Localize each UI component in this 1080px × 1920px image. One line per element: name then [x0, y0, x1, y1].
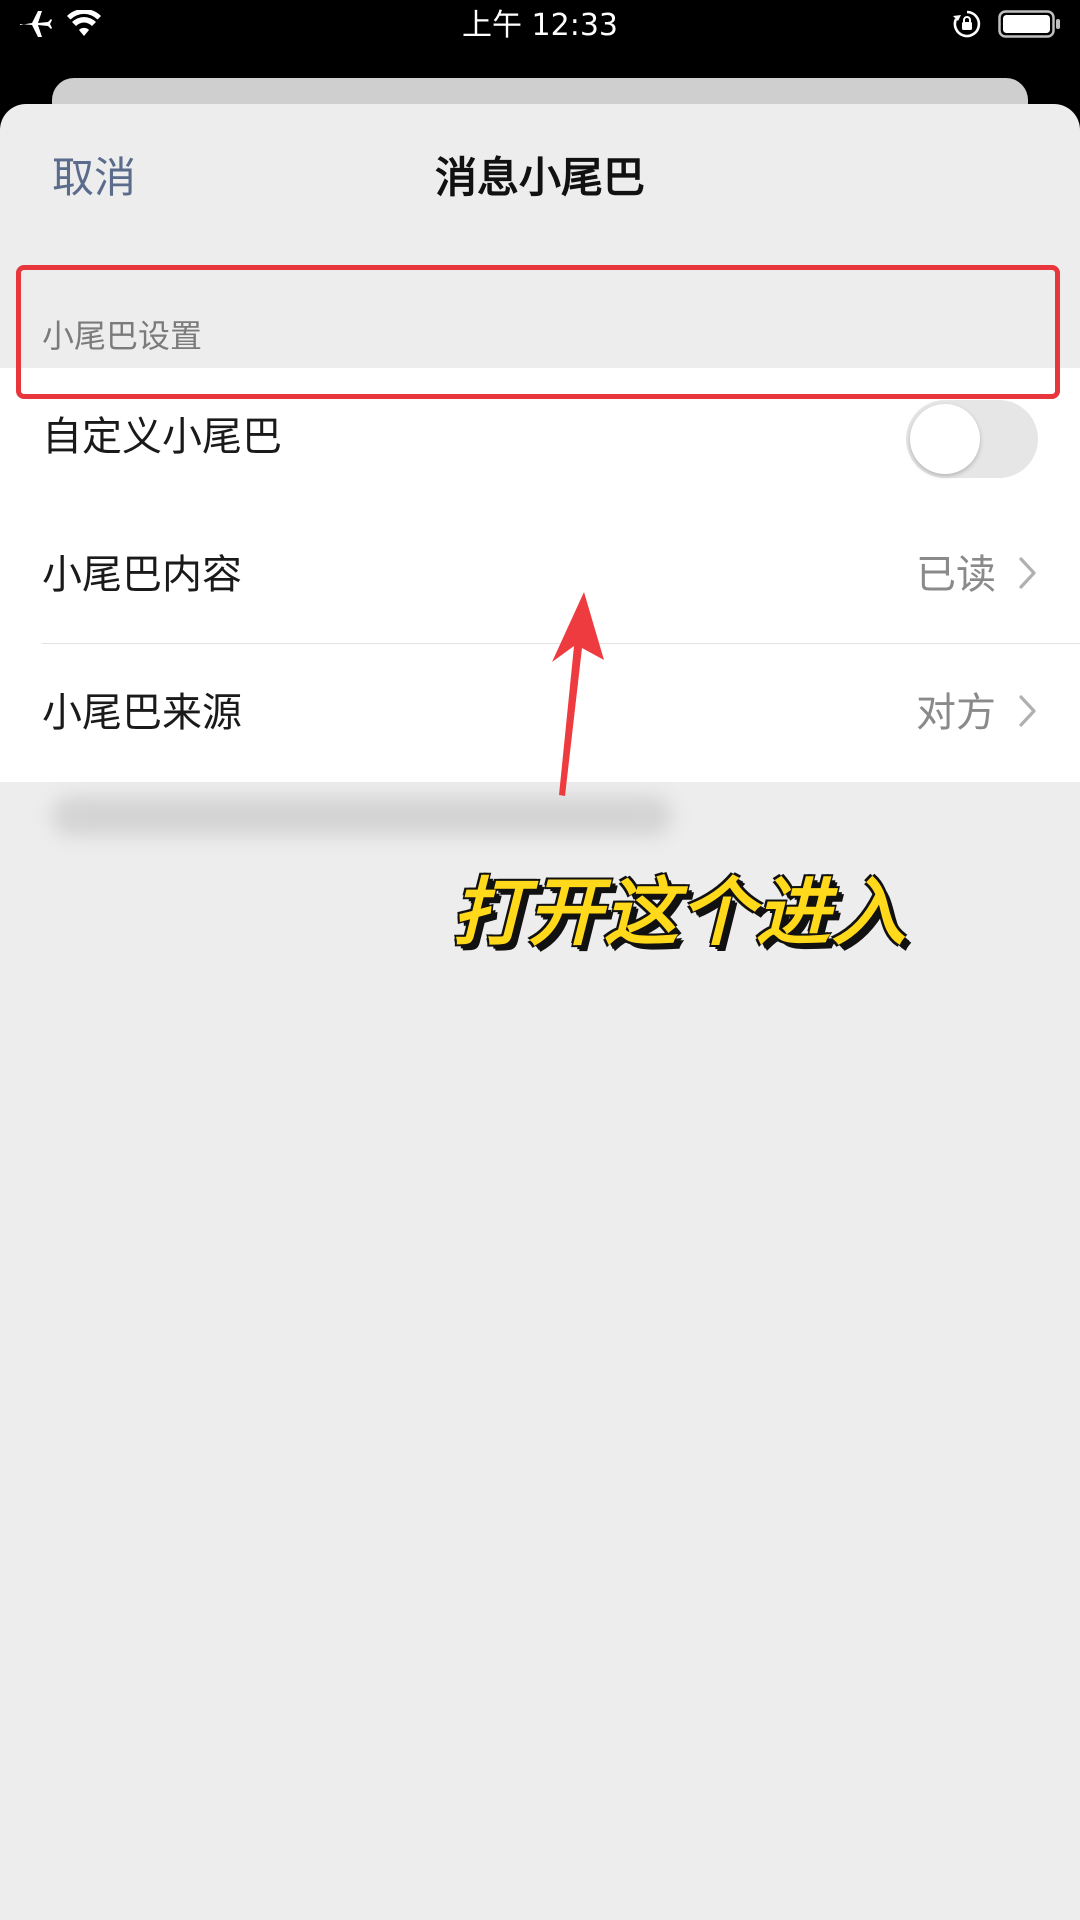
row-value-group: 已读	[916, 549, 1038, 601]
custom-tail-toggle[interactable]	[906, 400, 1038, 478]
navigation-bar: 取消 消息小尾巴	[0, 104, 1080, 248]
toggle-knob	[910, 404, 980, 474]
row-custom-tail[interactable]: 自定义小尾巴	[0, 368, 1080, 506]
status-time: 上午 12:33	[462, 8, 618, 43]
battery-icon	[998, 9, 1062, 43]
page-title: 消息小尾巴	[434, 153, 645, 202]
chevron-right-icon	[1018, 556, 1038, 594]
row-label: 小尾巴内容	[42, 552, 242, 598]
rotation-lock-icon	[952, 9, 982, 43]
modal-sheet: 取消 消息小尾巴 小尾巴设置 自定义小尾巴 小尾巴内容 已读 小尾巴来源 对方	[0, 104, 1080, 1920]
row-label: 小尾巴来源	[42, 690, 242, 736]
blurred-content	[52, 796, 672, 836]
row-label: 自定义小尾巴	[42, 414, 282, 460]
arrow-up-icon	[540, 590, 620, 800]
row-value: 对方	[916, 690, 996, 736]
chevron-right-icon	[1018, 694, 1038, 732]
row-value-group: 对方	[916, 687, 1038, 739]
status-right-icons	[952, 8, 1062, 44]
status-bar: 上午 12:33	[0, 0, 1080, 52]
section-header: 小尾巴设置	[42, 317, 203, 355]
annotation-caption: 打开这个进入	[452, 870, 908, 956]
row-value: 已读	[916, 552, 996, 598]
